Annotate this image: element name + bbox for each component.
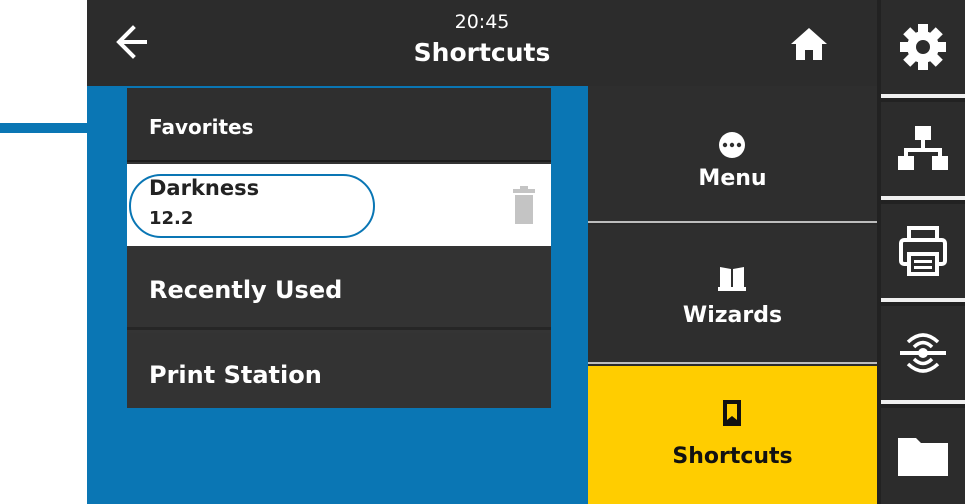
printer-screen: 20:45 Shortcuts Favorites Darkness 12.2 [87, 0, 965, 504]
tool-sidebar [877, 0, 965, 504]
wizards-label: Wizards [682, 303, 783, 328]
home-icon [791, 28, 827, 60]
settings-button[interactable] [881, 0, 965, 98]
favorite-item-darkness[interactable]: Darkness 12.2 [127, 164, 551, 246]
shortcuts-list: Favorites Darkness 12.2 Recently Used Pr… [127, 88, 551, 408]
network-button[interactable] [881, 102, 965, 200]
menu-dots-icon [719, 132, 745, 158]
main-nav: Menu Wizards Shortcuts [588, 86, 877, 504]
recently-used-item[interactable]: Recently Used [127, 248, 551, 330]
print-station-item[interactable]: Print Station [127, 333, 551, 408]
print-station-label: Print Station [149, 361, 322, 389]
folder-icon [898, 438, 948, 476]
home-button[interactable] [787, 24, 831, 64]
favorites-label: Favorites [149, 115, 254, 139]
page-title: Shortcuts [413, 38, 551, 67]
shortcuts-label: Shortcuts [672, 444, 793, 469]
delete-favorite-button[interactable] [513, 186, 535, 224]
clock: 20:45 [454, 11, 510, 33]
print-button[interactable] [881, 204, 965, 302]
gear-icon [900, 24, 946, 70]
network-icon [898, 126, 948, 170]
book-icon [718, 267, 746, 291]
favorite-item-value: 12.2 [149, 208, 194, 229]
recently-used-label: Recently Used [149, 276, 343, 304]
storage-button[interactable] [881, 408, 965, 504]
wizards-button[interactable]: Wizards [588, 225, 877, 364]
shortcuts-panel: Favorites Darkness 12.2 Recently Used Pr… [87, 86, 588, 504]
rfid-wireless-icon [900, 333, 946, 373]
menu-button[interactable]: Menu [588, 86, 877, 223]
bookmark-icon [723, 400, 741, 426]
wireless-button[interactable] [881, 306, 965, 404]
printer-icon [899, 226, 947, 276]
top-bar: 20:45 Shortcuts [87, 0, 877, 86]
trash-icon [513, 186, 535, 224]
shortcuts-button[interactable]: Shortcuts [588, 366, 877, 504]
favorite-item-name: Darkness [149, 176, 260, 200]
favorites-header[interactable]: Favorites [127, 88, 551, 162]
menu-label: Menu [698, 166, 767, 191]
